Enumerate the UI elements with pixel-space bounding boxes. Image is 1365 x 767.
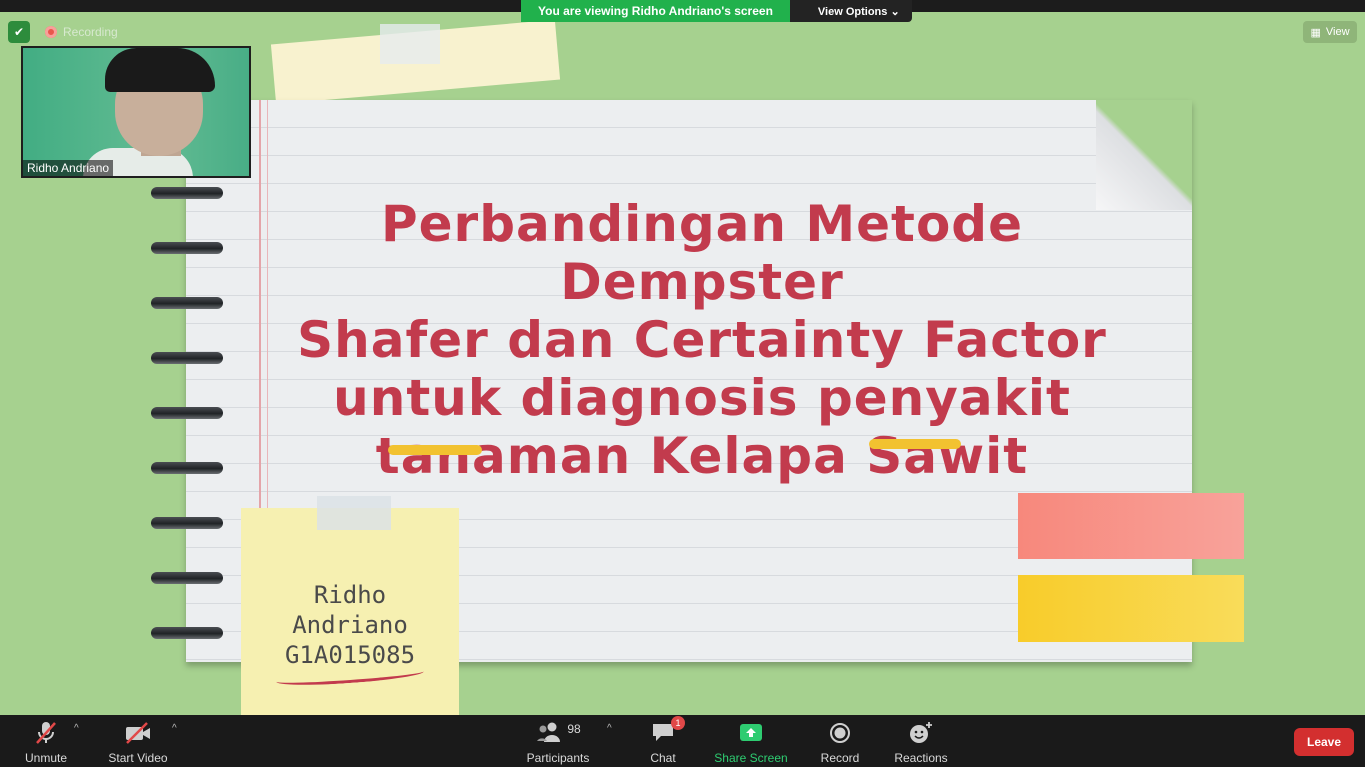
unmute-button[interactable]: Unmute: [22, 715, 70, 767]
spiral-ring: [151, 462, 223, 474]
author-last-name: Andriano: [292, 611, 408, 639]
video-off-icon: [123, 720, 153, 746]
page-fold: [1096, 100, 1192, 210]
highlight-stroke: [388, 445, 482, 455]
start-video-label: Start Video: [108, 751, 168, 765]
chat-label: Chat: [650, 751, 676, 765]
spiral-ring: [151, 407, 223, 419]
title-line: tanaman Kelapa Sawit: [375, 427, 1029, 485]
spiral-ring: [151, 297, 223, 309]
highlight-stroke: [869, 439, 961, 449]
reactions-label: Reactions: [894, 751, 948, 765]
spiral-ring: [151, 352, 223, 364]
video-options-caret-icon[interactable]: ^: [172, 723, 177, 734]
author-note: Ridho Andriano G1A015085: [241, 580, 459, 670]
participants-icon: [535, 721, 563, 746]
title-line: Shafer dan Certainty Factor: [297, 311, 1107, 369]
share-screen-label: Share Screen: [714, 751, 788, 765]
participants-count: 98: [567, 722, 581, 736]
view-label: View: [1325, 26, 1350, 38]
author-first-name: Ridho: [313, 581, 387, 609]
title-line: untuk diagnosis penyakit: [333, 369, 1071, 427]
participants-caret-icon[interactable]: ^: [607, 723, 612, 734]
note-tape: [317, 496, 391, 530]
participant-video[interactable]: Ridho Andriano: [21, 46, 251, 178]
security-shield-icon[interactable]: ✔: [8, 21, 30, 43]
start-video-button[interactable]: Start Video: [106, 715, 170, 767]
share-screen-icon: [738, 720, 764, 746]
audio-options-caret-icon[interactable]: ^: [74, 723, 79, 734]
record-icon: [829, 720, 851, 746]
spiral-ring: [151, 572, 223, 584]
yellow-sticky: [1018, 575, 1244, 642]
author-id: G1A015085: [284, 641, 416, 669]
spiral-rings: [151, 175, 227, 639]
record-button[interactable]: Record: [818, 715, 862, 767]
view-button[interactable]: ▦ View: [1303, 21, 1357, 43]
leave-button[interactable]: Leave: [1294, 728, 1354, 756]
unmute-label: Unmute: [24, 751, 68, 765]
slide-title: Perbandingan Metode Dempster Shafer dan …: [270, 195, 1134, 485]
view-options-button[interactable]: View Options ⌄: [789, 0, 912, 22]
meeting-toolbar: Unmute ^ Start Video ^ 98 Participants ^…: [0, 715, 1365, 767]
spiral-ring: [151, 187, 223, 199]
chat-unread-badge: 1: [671, 716, 685, 730]
top-tape-strip: [380, 24, 440, 64]
chevron-down-icon: ⌄: [890, 6, 900, 18]
muted-microphone-icon: [33, 720, 59, 746]
shared-screen: Perbandingan Metode Dempster Shafer dan …: [0, 12, 1365, 715]
spiral-ring: [151, 627, 223, 639]
reactions-button[interactable]: Reactions: [892, 715, 950, 767]
viewing-message: You are viewing Ridho Andriano's screen: [521, 0, 790, 22]
grid-icon: ▦: [1310, 26, 1321, 39]
chat-button[interactable]: 1 Chat: [644, 715, 685, 767]
participant-name: Ridho Andriano: [23, 160, 114, 176]
spiral-ring: [151, 242, 223, 254]
title-line: Perbandingan Metode Dempster: [380, 195, 1024, 311]
recording-label: Recording: [63, 25, 118, 39]
record-label: Record: [820, 751, 860, 765]
recording-indicator[interactable]: Recording: [45, 25, 118, 39]
participants-label: Participants: [526, 751, 590, 765]
pink-sticky: [1018, 493, 1244, 559]
record-dot-icon: [45, 26, 57, 38]
reactions-icon: [908, 720, 934, 746]
screen-share-banner: You are viewing Ridho Andriano's screen …: [521, 0, 912, 22]
participants-button[interactable]: 98 Participants: [524, 715, 592, 767]
spiral-ring: [151, 517, 223, 529]
share-screen-button[interactable]: Share Screen: [714, 715, 788, 767]
view-options-label: View Options: [817, 6, 888, 18]
